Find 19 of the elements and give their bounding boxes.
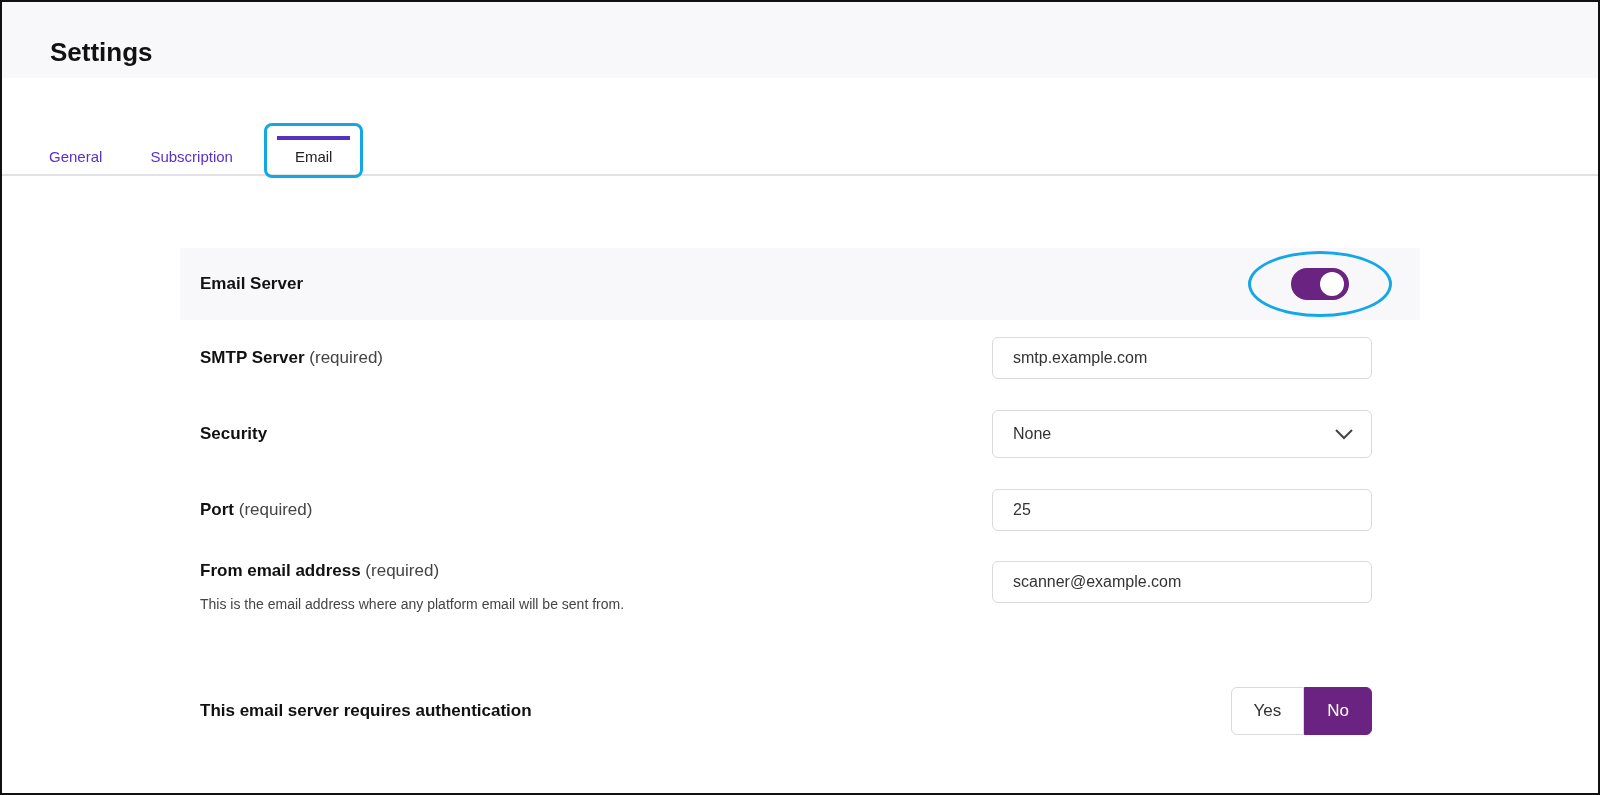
field-label: From email address (required) (200, 561, 441, 581)
field-label: This email server requires authentication (200, 701, 532, 721)
chevron-down-icon (1335, 428, 1353, 440)
tab[interactable]: Email (263, 123, 364, 178)
tab[interactable]: Subscription (133, 123, 250, 178)
field-label: Security (200, 424, 268, 444)
field-description: This is the email address where any platform email will be sent from. (200, 595, 626, 614)
select-field[interactable]: None (992, 410, 1372, 458)
option-button[interactable]: No (1304, 687, 1372, 735)
field-label: Port (required) (200, 500, 313, 520)
input-field[interactable]: scanner@example.com (992, 561, 1372, 603)
input-field[interactable]: smtp.example.com (992, 337, 1372, 379)
section-title: Email Server (200, 274, 303, 294)
field-label: SMTP Server (required) (200, 348, 383, 368)
toggle-switch[interactable] (1291, 268, 1349, 300)
input-field[interactable]: 25 (992, 489, 1372, 531)
tab[interactable]: General (32, 123, 120, 178)
page-title: Settings (50, 37, 153, 68)
option-button[interactable]: Yes (1230, 687, 1305, 735)
